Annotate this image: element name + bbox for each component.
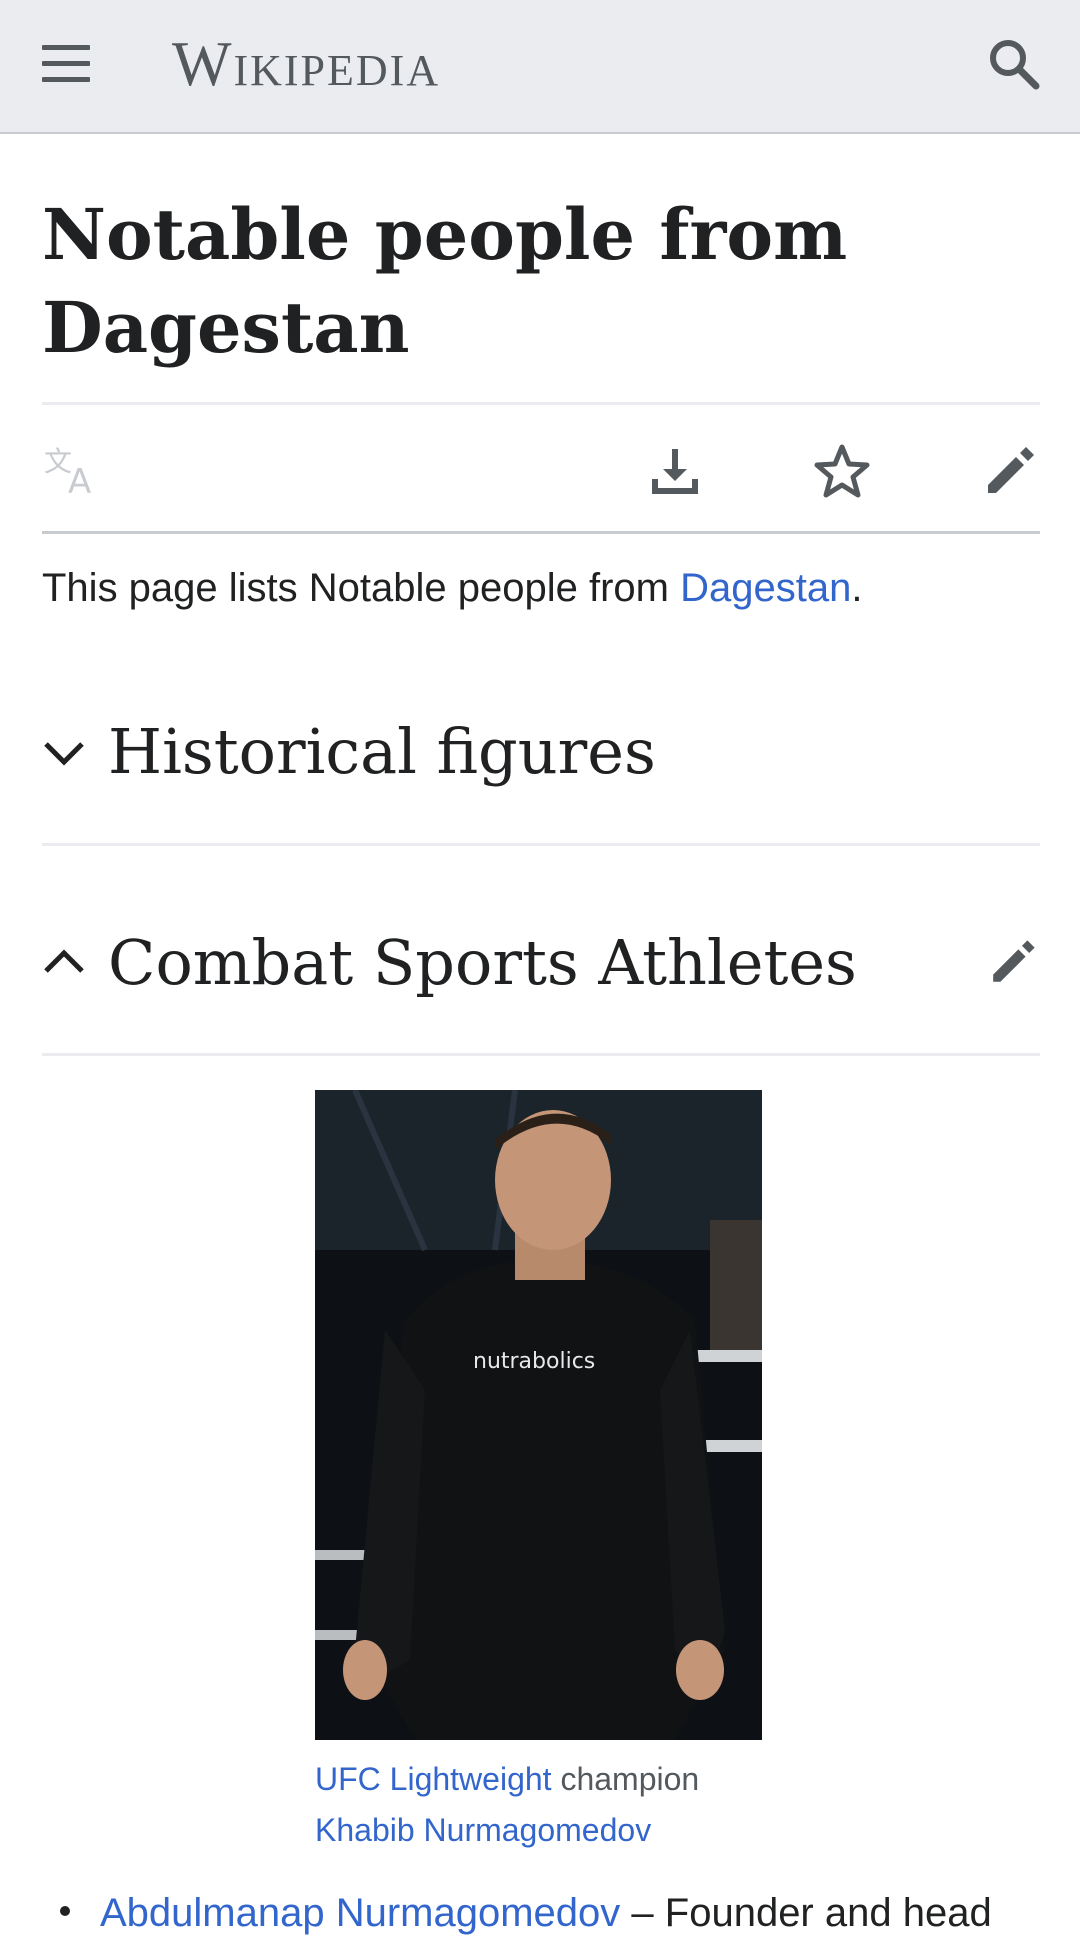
figure-caption: UFC Lightweight champion Khabib Nurmagom… <box>315 1754 762 1856</box>
athletes-list: Abdulmanap Nurmagomedov – Founder and he… <box>42 1885 1042 1938</box>
page-title-line1: Notable people from <box>42 193 848 276</box>
khabib-nurmagomedov-link[interactable]: Khabib Nurmagomedov <box>315 1812 651 1848</box>
ufc-lightweight-link[interactable]: UFC Lightweight <box>315 1761 552 1797</box>
download-icon[interactable] <box>645 441 705 501</box>
star-icon[interactable] <box>812 441 872 501</box>
abdulmanap-nurmagomedov-link[interactable]: Abdulmanap Nurmagomedov <box>100 1891 620 1935</box>
section-title: Historical figures <box>108 715 656 788</box>
edit-pencil-icon[interactable] <box>986 935 1040 989</box>
athlete-figure: nutrabolics UFC Lightweight champion Kha… <box>315 1090 762 1856</box>
language-icon[interactable]: 文 A <box>42 441 102 502</box>
chevron-up-icon[interactable] <box>42 941 86 985</box>
svg-text:A: A <box>68 462 91 501</box>
search-icon[interactable] <box>984 34 1044 94</box>
intro-text: This page lists Notable people from <box>42 566 681 610</box>
wikipedia-wordmark[interactable]: Wikipedia <box>172 28 440 101</box>
top-header-bar: Wikipedia <box>0 0 1080 134</box>
page-actions-bar: 文 A <box>42 405 1040 531</box>
divider <box>42 531 1040 534</box>
athlete-photo[interactable]: nutrabolics <box>315 1090 762 1740</box>
intro-suffix: . <box>851 566 863 610</box>
list-item-text: – Founder and head <box>620 1891 992 1935</box>
page-title: Notable people from Dagestan <box>42 188 1042 374</box>
shirt-logo-text: nutrabolics <box>473 1349 595 1374</box>
edit-pencil-icon[interactable] <box>980 441 1040 501</box>
section-title: Combat Sports Athletes <box>108 926 857 999</box>
section-heading-historical-figures[interactable]: Historical figures <box>42 702 1040 812</box>
divider <box>42 1053 1040 1056</box>
chevron-down-icon[interactable] <box>42 730 86 774</box>
intro-paragraph: This page lists Notable people from Dage… <box>42 560 1042 616</box>
bullet <box>60 1906 70 1917</box>
caption-text: champion <box>551 1761 700 1797</box>
divider <box>42 843 1040 846</box>
section-heading-combat-sports-athletes[interactable]: Combat Sports Athletes <box>42 913 1040 1023</box>
list-item: Abdulmanap Nurmagomedov – Founder and he… <box>42 1885 1042 1938</box>
page-title-line2: Dagestan <box>42 286 410 369</box>
hamburger-menu-icon[interactable] <box>42 45 94 87</box>
dagestan-link[interactable]: Dagestan <box>680 566 851 610</box>
